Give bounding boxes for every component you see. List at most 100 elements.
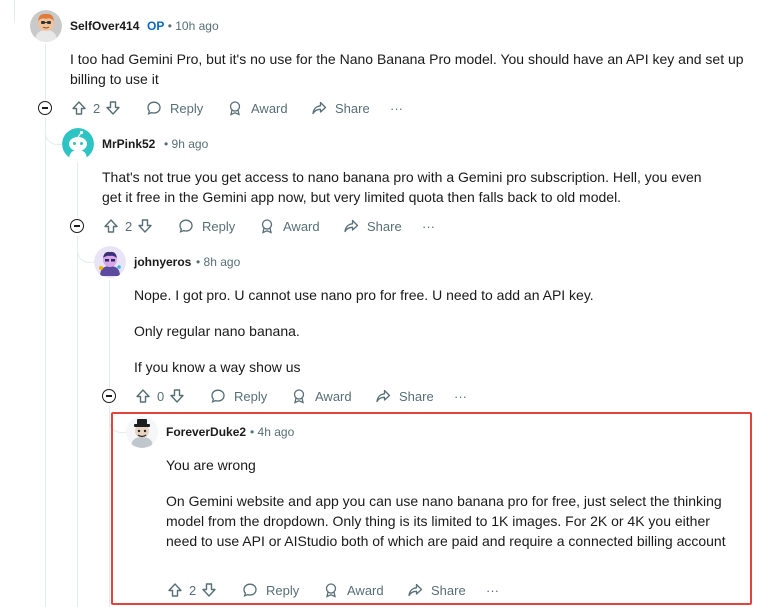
- collapse-thread-button[interactable]: [70, 219, 84, 233]
- reply-icon: [177, 217, 195, 235]
- downvote-icon[interactable]: [136, 217, 154, 235]
- share-icon: [374, 387, 392, 405]
- separator: •: [164, 137, 169, 151]
- comment-paragraph: If you know a way show us: [134, 359, 301, 375]
- comment-paragraph: I too had Gemini Pro, but it's no use fo…: [70, 51, 744, 87]
- comment-body: You are wrong On Gemini website and app …: [166, 455, 726, 551]
- share-icon: [342, 217, 360, 235]
- comment-meta: • 8h ago: [196, 255, 240, 269]
- award-button[interactable]: Award: [322, 579, 384, 601]
- collapse-thread-button[interactable]: [102, 389, 116, 403]
- username[interactable]: johnyeros: [134, 255, 191, 269]
- share-label: Share: [367, 218, 402, 234]
- timestamp[interactable]: 4h ago: [258, 425, 295, 439]
- comment-body: I too had Gemini Pro, but it's no use fo…: [70, 49, 750, 89]
- comment-paragraph: Nope. I got pro. U cannot use nano pro f…: [134, 287, 594, 303]
- reply-button[interactable]: Reply: [241, 579, 299, 601]
- more-options-button[interactable]: ···: [422, 215, 435, 237]
- award-label: Award: [251, 100, 288, 116]
- timestamp[interactable]: 8h ago: [204, 255, 241, 269]
- timestamp[interactable]: 10h ago: [175, 19, 218, 33]
- more-options-button[interactable]: ···: [390, 97, 403, 119]
- more-icon: ···: [486, 582, 499, 598]
- upvote-icon[interactable]: [134, 387, 152, 405]
- share-label: Share: [399, 388, 434, 404]
- more-icon: ···: [454, 388, 467, 404]
- share-label: Share: [431, 582, 466, 598]
- reply-icon: [241, 581, 259, 599]
- comment-meta: • 9h ago: [164, 137, 208, 151]
- reply-button[interactable]: Reply: [145, 97, 203, 119]
- reply-label: Reply: [202, 218, 236, 234]
- avatar[interactable]: [94, 246, 126, 278]
- vote-count: 0: [157, 388, 165, 404]
- vote-controls: 2: [166, 579, 218, 601]
- award-label: Award: [283, 218, 320, 234]
- thread-line: [77, 162, 78, 218]
- username[interactable]: ForeverDuke2: [166, 425, 246, 439]
- share-button[interactable]: Share: [342, 215, 402, 237]
- comment-paragraph: You are wrong: [166, 457, 256, 473]
- share-button[interactable]: Share: [310, 97, 370, 119]
- comment-paragraph: Only regular nano banana.: [134, 323, 300, 339]
- upvote-icon[interactable]: [70, 99, 88, 117]
- vote-controls: 2: [70, 97, 122, 119]
- share-button[interactable]: Share: [406, 579, 466, 601]
- thread-line: [109, 406, 110, 607]
- separator: •: [196, 255, 201, 269]
- timestamp[interactable]: 9h ago: [172, 137, 209, 151]
- share-button[interactable]: Share: [374, 385, 434, 407]
- more-options-button[interactable]: ···: [454, 385, 467, 407]
- thread-line: [14, 0, 15, 22]
- more-options-button[interactable]: ···: [486, 579, 499, 601]
- comment-paragraph: That's not true you get access to nano b…: [102, 169, 702, 205]
- award-label: Award: [347, 582, 384, 598]
- upvote-icon[interactable]: [166, 581, 184, 599]
- reply-label: Reply: [170, 100, 204, 116]
- reply-label: Reply: [234, 388, 268, 404]
- avatar[interactable]: [126, 416, 158, 448]
- award-icon: [322, 581, 340, 599]
- separator: •: [250, 425, 255, 439]
- avatar[interactable]: [30, 10, 62, 42]
- award-icon: [226, 99, 244, 117]
- reply-button[interactable]: Reply: [209, 385, 267, 407]
- award-label: Award: [315, 388, 352, 404]
- award-button[interactable]: Award: [290, 385, 352, 407]
- username[interactable]: MrPink52: [102, 137, 155, 151]
- share-label: Share: [335, 100, 370, 116]
- thread-line: [109, 280, 110, 388]
- comment-meta: OP • 10h ago: [147, 19, 219, 33]
- reply-label: Reply: [266, 582, 300, 598]
- comment-paragraph: On Gemini website and app you can use na…: [166, 493, 726, 549]
- award-icon: [258, 217, 276, 235]
- separator: •: [167, 19, 172, 33]
- comment-meta: • 4h ago: [250, 425, 294, 439]
- op-badge: OP: [147, 19, 165, 33]
- award-icon: [290, 387, 308, 405]
- vote-count: 2: [125, 218, 133, 234]
- more-icon: ···: [390, 100, 403, 116]
- reply-icon: [145, 99, 163, 117]
- collapse-thread-button[interactable]: [38, 101, 52, 115]
- avatar[interactable]: [62, 128, 94, 160]
- reply-button[interactable]: Reply: [177, 215, 235, 237]
- more-icon: ···: [422, 218, 435, 234]
- username[interactable]: SelfOver414: [70, 19, 139, 33]
- comment-body: Nope. I got pro. U cannot use nano pro f…: [134, 285, 734, 377]
- downvote-icon[interactable]: [200, 581, 218, 599]
- vote-count: 2: [189, 582, 197, 598]
- vote-controls: 2: [102, 215, 154, 237]
- downvote-icon[interactable]: [104, 99, 122, 117]
- upvote-icon[interactable]: [102, 217, 120, 235]
- thread-connector: [77, 236, 94, 263]
- award-button[interactable]: Award: [226, 97, 288, 119]
- vote-controls: 0: [134, 385, 186, 407]
- thread-line: [77, 236, 78, 607]
- award-button[interactable]: Award: [258, 215, 320, 237]
- thread-line: [45, 44, 46, 100]
- vote-count: 2: [93, 100, 101, 116]
- share-icon: [310, 99, 328, 117]
- thread-line: [45, 118, 46, 607]
- downvote-icon[interactable]: [168, 387, 186, 405]
